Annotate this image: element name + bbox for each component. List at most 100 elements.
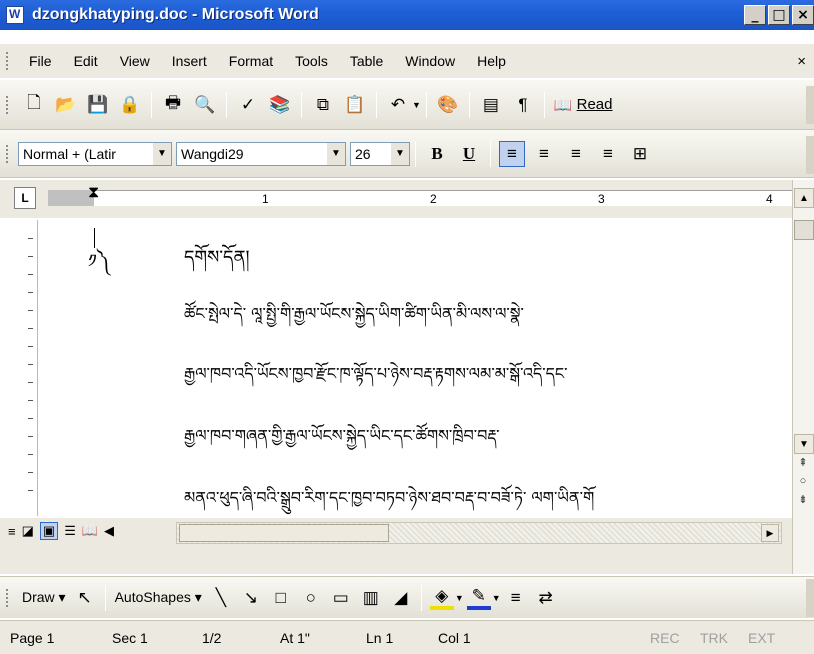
tab-selector[interactable]: L (14, 187, 36, 209)
scroll-thumb[interactable] (179, 524, 389, 542)
align-right-icon[interactable]: ≡ (563, 141, 589, 167)
document-map-icon[interactable]: ▤ (478, 92, 504, 118)
fill-color-icon[interactable]: ◈ (429, 586, 454, 610)
chevron-down-icon[interactable]: ▼ (391, 142, 409, 165)
new-document-icon[interactable]: 🗋 (21, 92, 47, 118)
toolbar-options-icon[interactable] (806, 579, 814, 617)
outline-view-icon[interactable]: ☰ (64, 523, 76, 539)
toolbar-options-icon[interactable] (806, 136, 814, 174)
document-close-button[interactable]: × (797, 53, 806, 70)
toolbar-options-icon[interactable] (806, 86, 814, 124)
scroll-up-icon[interactable]: ▲ (794, 188, 814, 208)
line-icon[interactable]: ╲ (209, 586, 233, 610)
previous-page-icon[interactable]: ⇞ (798, 456, 807, 469)
horizontal-ruler-area: L ⧗ 1 2 3 4 (0, 180, 792, 218)
print-layout-icon[interactable]: ▣ (39, 522, 59, 540)
oval-icon[interactable]: ○ (299, 586, 323, 610)
drawing-toggle-icon[interactable]: 🎨 (435, 92, 461, 118)
menu-tools[interactable]: Tools (284, 53, 339, 69)
menu-format[interactable]: Format (218, 53, 284, 69)
fill-color-dropdown-icon[interactable]: ▼ (455, 593, 464, 603)
line-color-icon[interactable]: ✎ (466, 586, 491, 610)
print-preview-icon[interactable]: 🔍 (192, 92, 218, 118)
bold-button[interactable]: B (424, 141, 450, 167)
browse-object-icon[interactable]: ○ (800, 475, 807, 487)
align-left-icon[interactable]: ≡ (499, 140, 525, 167)
status-rec[interactable]: REC (650, 630, 680, 646)
font-size-select[interactable]: 26 ▼ (350, 141, 410, 166)
chevron-down-icon[interactable]: ▼ (327, 142, 345, 165)
autoshapes-menu[interactable]: AutoShapes ▾ (115, 589, 202, 606)
scroll-left-icon[interactable]: ◀ (104, 523, 114, 539)
toolbar-grip[interactable] (6, 588, 10, 607)
research-icon[interactable]: 📚 (267, 92, 293, 118)
web-layout-icon[interactable]: ◪ (22, 523, 34, 539)
paste-icon[interactable]: 📋 (342, 92, 368, 118)
menu-edit[interactable]: Edit (63, 53, 109, 69)
book-icon: 📖 (553, 96, 573, 114)
minimize-button[interactable]: _ (744, 5, 766, 25)
normal-view-icon[interactable]: ≡ (8, 524, 16, 539)
font-select[interactable]: Wangdi29 ▼ (176, 141, 346, 166)
toolbar-grip[interactable] (6, 144, 10, 163)
justify-icon[interactable]: ≡ (595, 141, 621, 167)
undo-icon[interactable]: ↶ (385, 92, 411, 118)
draw-menu[interactable]: Draw ▾ (22, 589, 66, 606)
standard-toolbar: 🗋 📂 💾 🔒 🖶 🔍 ✓ 📚 ⧉ 📋 ↶ ▼ 🎨 ▤ ¶ 📖 Read (0, 80, 814, 130)
scroll-thumb[interactable] (794, 220, 814, 240)
horizontal-scrollbar[interactable]: ▶ (176, 522, 782, 544)
select-objects-icon[interactable]: ↖ (73, 586, 97, 610)
wordart-icon[interactable]: ▥ (359, 586, 383, 610)
toolbar-grip[interactable] (6, 95, 10, 114)
separator (415, 140, 416, 167)
document-page[interactable]: ༡༽ དགོས་དོན། ཚོང་སྤེལ་དེ་ ལཱ་སྤྱི་གི་རྒྱ… (40, 220, 792, 516)
word-app-icon[interactable] (6, 6, 24, 24)
dash-style-icon[interactable]: ⇄ (534, 586, 558, 610)
separator (301, 91, 302, 118)
spelling-icon[interactable]: ✓ (235, 92, 261, 118)
distributed-icon[interactable]: ⊞ (627, 141, 653, 167)
arrow-icon[interactable]: ↘ (239, 586, 263, 610)
view-scroll-bar: ≡ ◪ ▣ ☰ 📖 ◀ ▶ (0, 518, 792, 574)
rectangle-icon[interactable]: □ (269, 586, 293, 610)
scroll-right-icon[interactable]: ▶ (761, 524, 779, 542)
save-icon[interactable]: 💾 (85, 92, 111, 118)
maximize-button[interactable]: □ (768, 5, 790, 25)
menu-help[interactable]: Help (466, 53, 517, 69)
scroll-down-icon[interactable]: ▼ (794, 434, 814, 454)
permission-icon[interactable]: 🔒 (117, 92, 143, 118)
read-button[interactable]: 📖 Read (554, 96, 613, 114)
menu-window[interactable]: Window (394, 53, 466, 69)
line-color-dropdown-icon[interactable]: ▼ (492, 593, 501, 603)
status-trk[interactable]: TRK (700, 630, 728, 646)
menu-table[interactable]: Table (339, 53, 394, 69)
reading-layout-icon[interactable]: 📖 (82, 523, 98, 539)
align-center-icon[interactable]: ≡ (531, 141, 557, 167)
diagram-icon[interactable]: ◢ (389, 586, 413, 610)
undo-dropdown-icon[interactable]: ▼ (412, 100, 421, 110)
menu-bar: File Edit View Insert Format Tools Table… (0, 44, 814, 78)
next-page-icon[interactable]: ⇟ (798, 493, 807, 506)
style-select[interactable]: Normal + (Latir ▼ (18, 141, 172, 166)
status-column: Col 1 (438, 630, 471, 646)
print-icon[interactable]: 🖶 (160, 92, 186, 118)
line-style-icon[interactable]: ≡ (504, 586, 528, 610)
underline-button[interactable]: U (456, 141, 482, 167)
chevron-down-icon[interactable]: ▼ (153, 142, 171, 165)
indent-marker-icon[interactable]: ⧗ (88, 184, 99, 202)
horizontal-ruler[interactable] (48, 190, 792, 206)
toolbar-grip[interactable] (6, 52, 10, 70)
status-ext[interactable]: EXT (748, 630, 775, 646)
open-folder-icon[interactable]: 📂 (53, 92, 79, 118)
vertical-ruler[interactable] (22, 220, 38, 516)
text-box-icon[interactable]: ▭ (329, 586, 353, 610)
ruler-tick (28, 436, 33, 437)
show-hide-pilcrow-icon[interactable]: ¶ (510, 92, 536, 118)
close-button[interactable]: × (792, 5, 814, 25)
copy-icon[interactable]: ⧉ (310, 92, 336, 118)
vertical-scrollbar[interactable]: ▲ ▼ (792, 180, 814, 574)
separator (490, 140, 491, 167)
menu-view[interactable]: View (109, 53, 161, 69)
menu-insert[interactable]: Insert (161, 53, 218, 69)
menu-file[interactable]: File (18, 53, 63, 69)
